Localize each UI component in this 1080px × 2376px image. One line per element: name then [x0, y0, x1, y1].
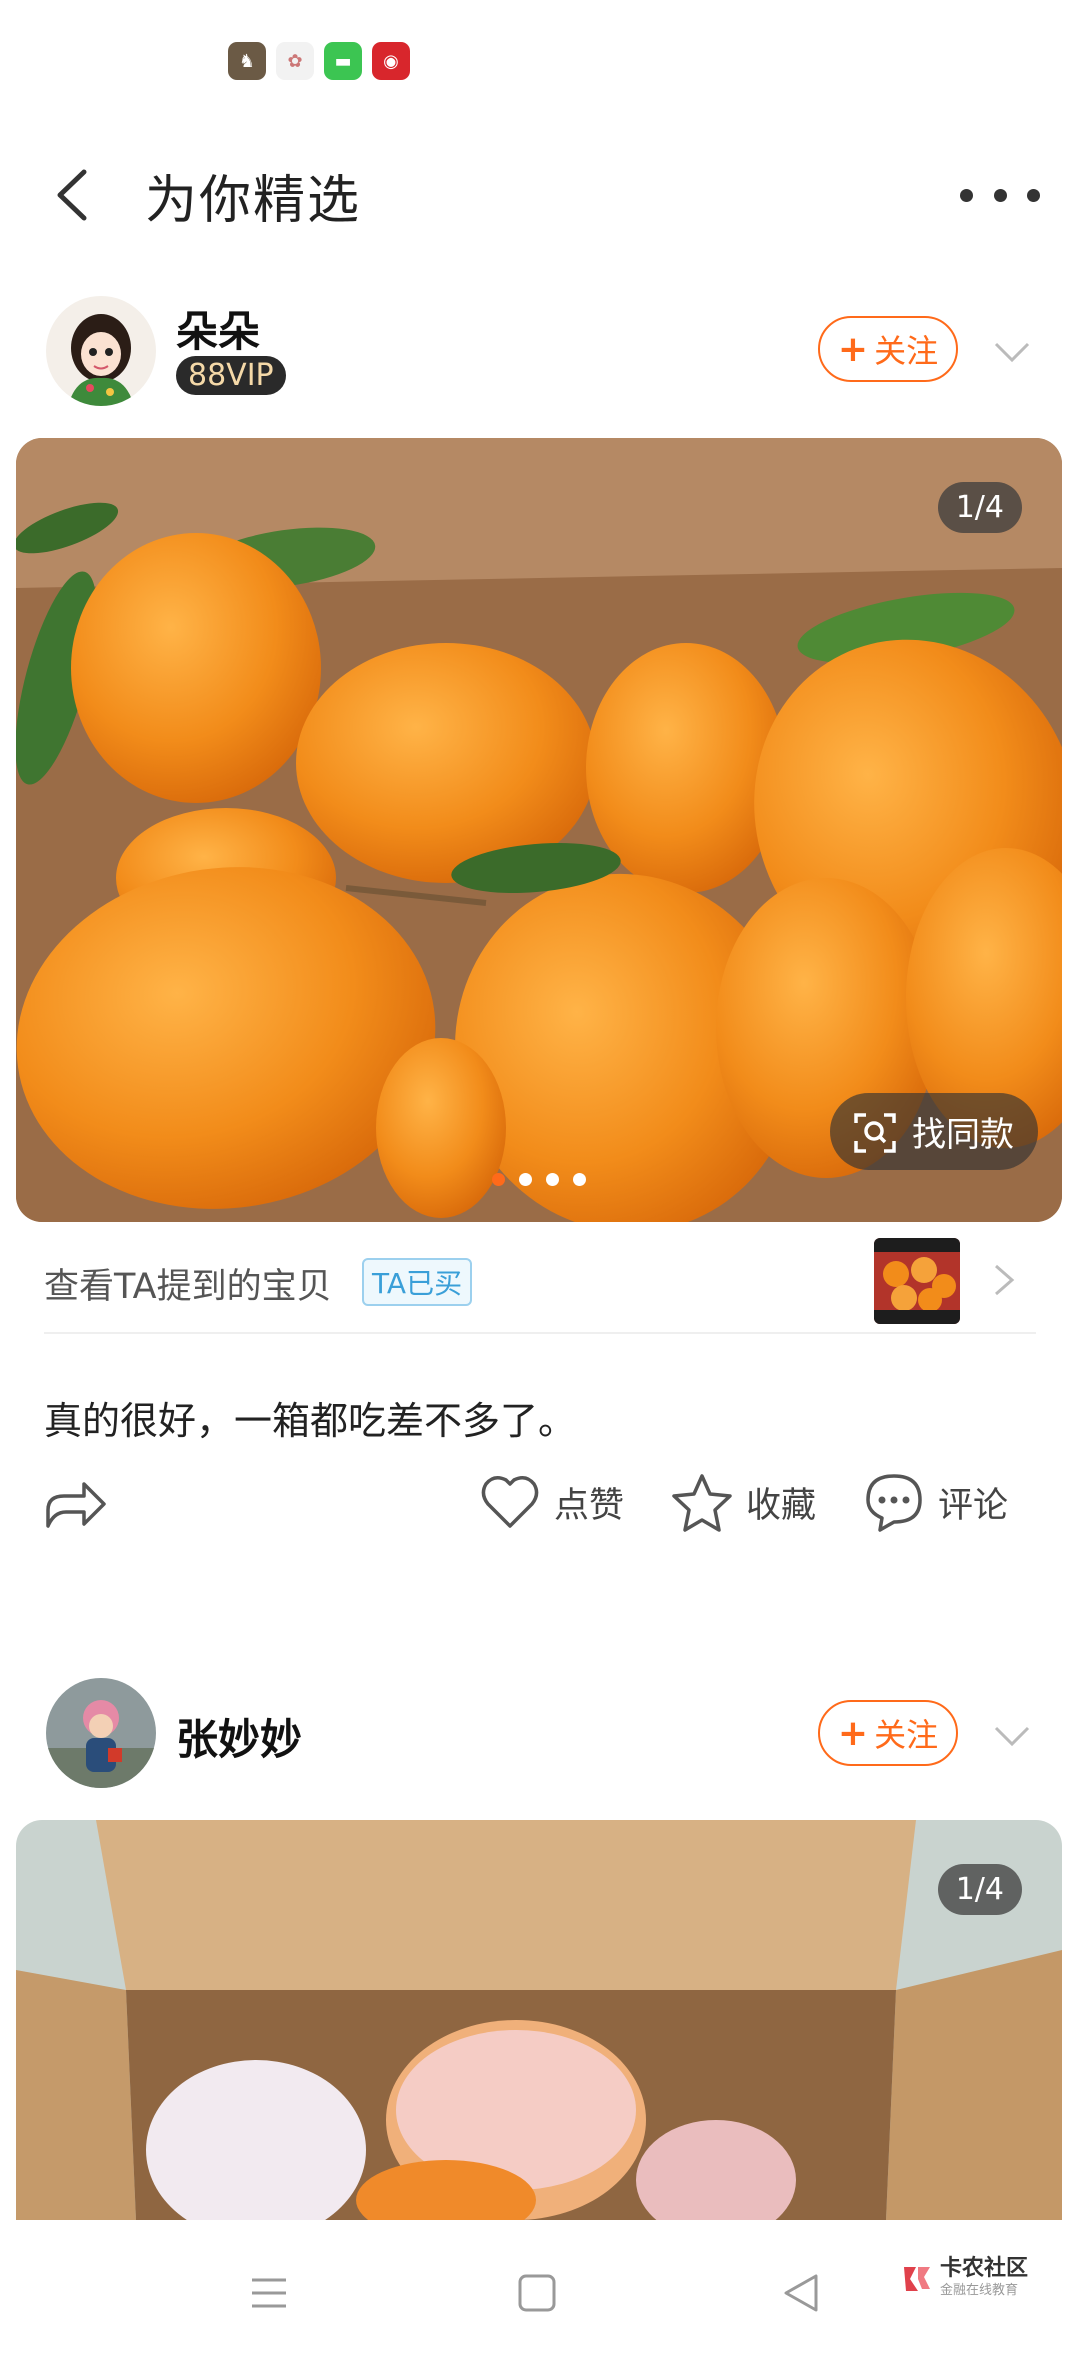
- carousel-dot: [573, 1173, 586, 1186]
- user-name[interactable]: 朵朵: [176, 298, 260, 359]
- chevron-down-icon[interactable]: [990, 1714, 1034, 1758]
- mentioned-product-row[interactable]: 查看TA提到的宝贝 TA已买: [44, 1232, 1036, 1334]
- post-actions: 点赞 收藏 评论: [0, 1464, 1080, 1544]
- back-button[interactable]: [44, 160, 104, 230]
- product-thumbnail: [874, 1238, 960, 1324]
- star-icon: [672, 1474, 732, 1532]
- chevron-down-icon[interactable]: [990, 330, 1034, 374]
- watermark-subtitle: 金融在线教育: [940, 2283, 1019, 2298]
- watermark-title: 卡农社区: [940, 2256, 1029, 2281]
- kanong-logo-icon: [904, 2266, 930, 2291]
- chevron-right-icon: [995, 1264, 1015, 1296]
- avatar[interactable]: [46, 1678, 156, 1788]
- status-bar: ♞ ✿ ▬ ◉: [0, 0, 1080, 120]
- post-image-carousel[interactable]: 1/4: [16, 1820, 1062, 2220]
- like-label: 点赞: [554, 1485, 625, 1526]
- heart-icon: [481, 1476, 539, 1528]
- menu-icon[interactable]: [246, 2270, 292, 2316]
- watermark: 卡农社区 金融在线教育: [900, 2258, 1028, 2297]
- scan-search-icon: [854, 1112, 896, 1153]
- follow-button[interactable]: + 关注: [818, 1700, 958, 1766]
- purchased-tag: TA已买: [362, 1258, 473, 1306]
- like-button[interactable]: 点赞: [478, 1470, 624, 1534]
- avatar[interactable]: [46, 296, 156, 406]
- comment-icon: [866, 1474, 922, 1532]
- home-square-icon[interactable]: [514, 2270, 560, 2316]
- image-page-indicator: 1/4: [937, 1864, 1022, 1915]
- plus-icon: +: [837, 328, 869, 370]
- more-options-icon[interactable]: [960, 170, 1040, 220]
- follow-label: 关注: [874, 332, 939, 370]
- user-name[interactable]: 张妙妙: [176, 1706, 302, 1767]
- collect-label: 收藏: [746, 1485, 817, 1526]
- post-image-carousel[interactable]: 1/4 找同款: [16, 438, 1062, 1222]
- find-similar-label: 找同款: [912, 1115, 1014, 1155]
- carousel-dots: [16, 1173, 1062, 1186]
- share-icon[interactable]: [42, 1470, 108, 1536]
- plus-icon: +: [837, 1712, 869, 1754]
- vip-badge: 88VIP: [176, 356, 286, 395]
- back-triangle-icon[interactable]: [778, 2270, 824, 2316]
- comment-label: 评论: [938, 1485, 1009, 1526]
- find-similar-button[interactable]: 找同款: [830, 1093, 1038, 1170]
- collect-button[interactable]: 收藏: [670, 1470, 816, 1534]
- carousel-dot: [546, 1173, 559, 1186]
- system-nav-bar: 卡农社区 金融在线教育: [0, 2220, 1080, 2376]
- follow-button[interactable]: + 关注: [818, 316, 958, 382]
- carousel-dot: [519, 1173, 532, 1186]
- notification-app-icons: ♞ ✿ ▬ ◉: [228, 42, 410, 80]
- photos-app-icon: ✿: [276, 42, 314, 80]
- follow-label: 关注: [874, 1716, 939, 1754]
- page-title: 为你精选: [145, 171, 362, 231]
- game-app-icon: ♞: [228, 42, 266, 80]
- image-page-indicator: 1/4: [937, 482, 1022, 533]
- carousel-dot-active: [492, 1173, 505, 1186]
- mentioned-product-label: 查看TA提到的宝贝: [44, 1267, 332, 1307]
- header: 为你精选: [0, 130, 1080, 260]
- comment-button[interactable]: 评论: [862, 1470, 1008, 1534]
- orange-box-photo: [16, 1820, 1062, 2220]
- back-arrow-icon: [57, 169, 87, 221]
- post-text: 真的很好，一箱都吃差不多了。: [44, 1399, 577, 1443]
- bank-app-icon: ◉: [372, 42, 410, 80]
- messages-app-icon: ▬: [324, 42, 362, 80]
